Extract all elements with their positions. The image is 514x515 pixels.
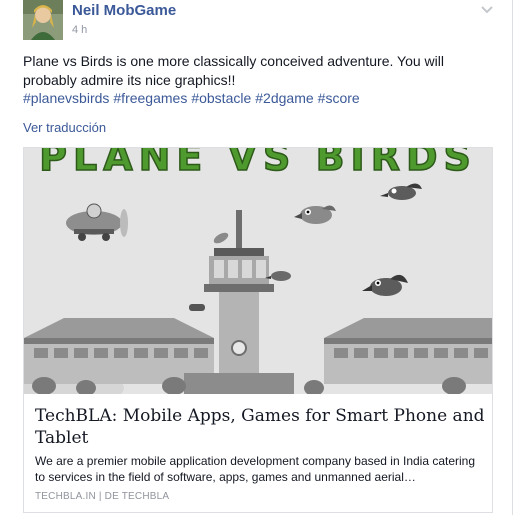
hashtag-link[interactable]: #obstacle [191, 90, 251, 106]
link-preview-image[interactable]: PLANE VS BIRDS [24, 148, 492, 394]
author-name[interactable]: Neil MobGame [72, 2, 176, 19]
link-preview-description: We are a premier mobile application deve… [35, 454, 476, 484]
hashtag-link[interactable]: #freegames [113, 90, 187, 106]
link-preview-title[interactable]: TechBLA: Mobile Apps, Games for Smart Ph… [35, 405, 485, 449]
post-text: Plane vs Birds is one more classically c… [23, 53, 444, 88]
post-header: Neil MobGame 4 h [23, 0, 503, 40]
link-preview-card[interactable]: PLANE VS BIRDS TechBLA: Mobile Apps, Gam… [23, 147, 493, 513]
feed-post: Neil MobGame 4 h Plane vs Birds is one m… [0, 0, 513, 515]
link-preview-source: TECHBLA.IN | DE TECHBLA [35, 491, 170, 502]
author-avatar[interactable] [23, 0, 63, 40]
post-timestamp[interactable]: 4 h [72, 24, 87, 36]
hashtag-link[interactable]: #score [318, 90, 360, 106]
hashtag-link[interactable]: #planevsbirds [23, 90, 109, 106]
game-logo: PLANE VS BIRDS [39, 148, 477, 179]
see-translation-link[interactable]: Ver traducción [23, 120, 106, 135]
chevron-down-icon[interactable] [480, 2, 494, 14]
post-hashtags: #planevsbirds #freegames #obstacle #2dgame #… [23, 90, 364, 106]
hashtag-link[interactable]: #2dgame [255, 90, 313, 106]
